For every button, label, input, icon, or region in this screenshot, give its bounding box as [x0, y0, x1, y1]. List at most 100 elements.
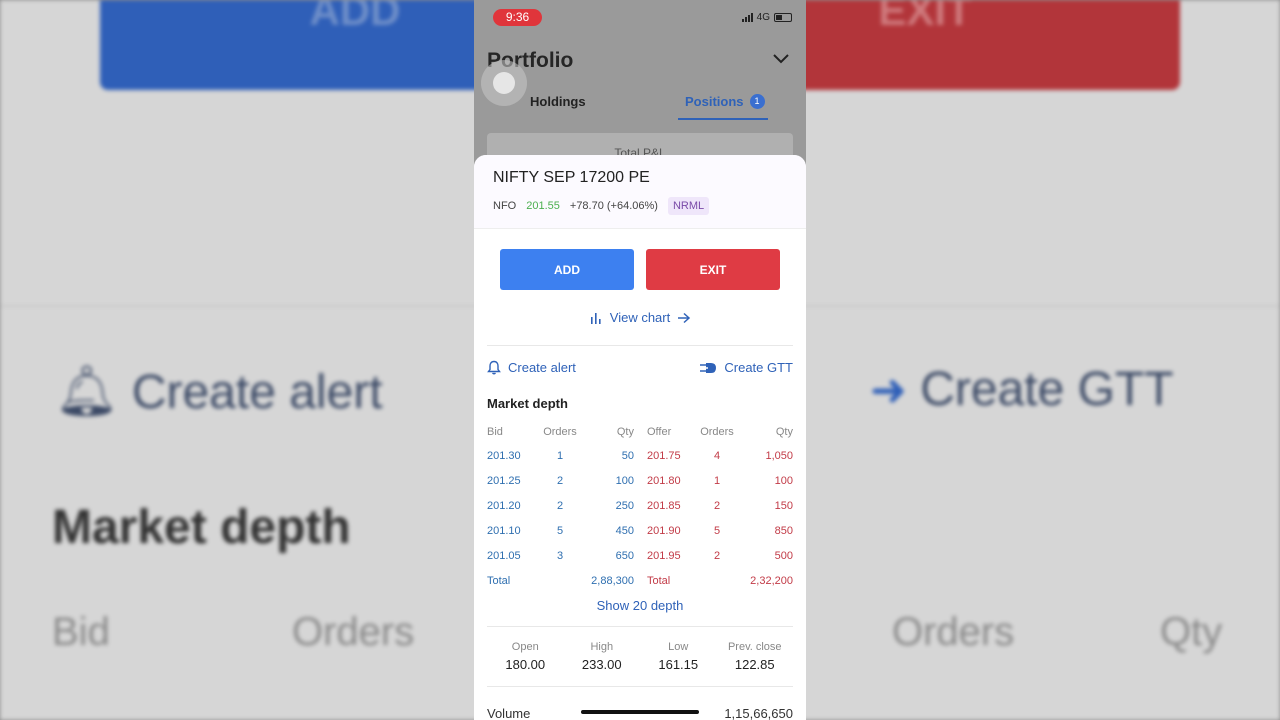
- offer-price: 201.75: [647, 449, 681, 462]
- prev-close-value: 122.85: [734, 657, 775, 672]
- market-depth-title: Market depth: [487, 396, 568, 411]
- instrument-header: NIFTY SEP 17200 PE NFO 201.55 +78.70 (+6…: [474, 155, 806, 229]
- offer-qty: 1,050: [765, 449, 793, 462]
- position-bottom-sheet: NIFTY SEP 17200 PE NFO 201.55 +78.70 (+6…: [474, 155, 806, 720]
- show-20-depth-link[interactable]: Show 20 depth: [474, 598, 806, 613]
- home-indicator[interactable]: [581, 710, 699, 714]
- open-label: Open: [511, 641, 539, 653]
- offer-price: 201.95: [647, 549, 681, 562]
- bg-bid-header: Bid: [52, 610, 110, 654]
- bid-price: 201.25: [487, 474, 521, 487]
- touch-indicator: [481, 60, 527, 106]
- depth-row[interactable]: 201.30 1 50 201.75 4 1,050: [487, 443, 793, 468]
- prev-close-stat: Prev. close 122.85: [717, 641, 794, 672]
- depth-row[interactable]: 201.05 3 650 201.95 2 500: [487, 543, 793, 568]
- chevron-down-icon[interactable]: [772, 53, 790, 65]
- gtt-icon: [700, 362, 717, 373]
- bid-price: 201.20: [487, 499, 521, 512]
- depth-header-row: Bid Orders Qty Offer Orders Qty: [487, 423, 793, 441]
- volume-label: Volume: [487, 706, 531, 720]
- offer-qty: 850: [774, 524, 793, 537]
- volume-value: 1,15,66,650: [724, 706, 793, 720]
- add-button[interactable]: ADD: [500, 249, 634, 290]
- bid-price: 201.30: [487, 449, 521, 462]
- depth-row[interactable]: 201.10 5 450 201.90 5 850: [487, 518, 793, 543]
- bid-orders-header: Orders: [543, 426, 577, 438]
- depth-row[interactable]: 201.20 2 250 201.85 2 150: [487, 493, 793, 518]
- status-indicators: 4G: [741, 12, 792, 23]
- exchange-label: NFO: [493, 200, 517, 212]
- instrument-meta: NFO 201.55 +78.70 (+64.06%) NRML: [493, 197, 787, 215]
- low-label: Low: [668, 641, 689, 653]
- depth-row[interactable]: 201.25 2 100 201.80 1 100: [487, 468, 793, 493]
- status-time: 9:36: [493, 9, 542, 26]
- prev-close-label: Prev. close: [727, 641, 782, 653]
- product-badge: NRML: [667, 197, 710, 215]
- instrument-name: NIFTY SEP 17200 PE: [493, 169, 650, 186]
- offer-total-label: Total: [647, 574, 671, 587]
- divider: [487, 686, 793, 687]
- high-label: High: [590, 641, 614, 653]
- create-alert-label: Create alert: [508, 360, 576, 375]
- exit-button[interactable]: EXIT: [646, 249, 780, 290]
- alert-actions: Create alert Create GTT: [487, 360, 793, 375]
- depth-total-row: Total 2,88,300 Total 2,32,200: [487, 568, 793, 593]
- view-chart-label: View chart: [609, 310, 671, 325]
- tab-positions[interactable]: Positions 1: [685, 94, 765, 109]
- offer-orders-header: Orders: [700, 426, 734, 438]
- bid-qty: 650: [615, 549, 634, 562]
- high-stat: High 233.00: [564, 641, 641, 672]
- offer-orders: 2: [713, 549, 721, 562]
- bell-icon: [487, 360, 501, 375]
- phone-screen: 9:36 4G Portfolio Holdings Positions 1 T…: [474, 0, 806, 720]
- bid-total-qty: 2,88,300: [591, 574, 634, 587]
- positions-count-badge: 1: [749, 94, 765, 109]
- offer-header: Offer: [647, 426, 672, 438]
- bg-orders-header-2: Orders: [892, 610, 1015, 654]
- divider: [487, 626, 793, 627]
- bid-qty: 100: [615, 474, 634, 487]
- offer-orders: 1: [713, 474, 721, 487]
- market-depth-table: Bid Orders Qty Offer Orders Qty 201.30 1…: [487, 423, 793, 593]
- offer-orders: 4: [713, 449, 721, 462]
- open-stat: Open 180.00: [487, 641, 564, 672]
- bid-header: Bid: [487, 426, 503, 438]
- status-bar: 9:36 4G: [474, 0, 806, 36]
- offer-qty-header: Qty: [775, 426, 793, 438]
- bg-create-gtt: ➜ Create GTT: [870, 363, 1174, 416]
- open-value: 180.00: [505, 657, 546, 672]
- offer-qty: 150: [774, 499, 793, 512]
- view-chart-link[interactable]: View chart: [474, 310, 806, 325]
- active-tab-indicator: [678, 118, 768, 120]
- price-change: +78.70 (+64.06%): [569, 200, 658, 212]
- bid-price: 201.05: [487, 549, 521, 562]
- bid-orders: 1: [556, 449, 564, 462]
- high-value: 233.00: [581, 657, 622, 672]
- create-gtt-link[interactable]: Create GTT: [700, 360, 793, 375]
- offer-qty: 500: [774, 549, 793, 562]
- offer-price: 201.80: [647, 474, 681, 487]
- bid-qty: 250: [615, 499, 634, 512]
- bid-qty: 50: [621, 449, 634, 462]
- signal-icon: [741, 13, 753, 22]
- bid-orders: 3: [556, 549, 564, 562]
- bid-orders: 2: [556, 474, 564, 487]
- last-price: 201.55: [526, 200, 560, 212]
- bg-market-depth: Market depth: [52, 501, 351, 554]
- tab-positions-label: Positions: [685, 94, 744, 109]
- offer-orders: 2: [713, 499, 721, 512]
- low-value: 161.15: [658, 657, 699, 672]
- bg-qty-header: Qty: [1160, 610, 1223, 654]
- network-label: 4G: [756, 12, 770, 23]
- divider: [487, 345, 793, 346]
- ohlc-summary: Open 180.00 High 233.00 Low 161.15 Prev.…: [487, 641, 793, 672]
- tab-holdings[interactable]: Holdings: [530, 94, 586, 109]
- bid-qty-header: Qty: [616, 426, 634, 438]
- bid-orders: 5: [556, 524, 564, 537]
- bid-orders: 2: [556, 499, 564, 512]
- bar-chart-icon: [590, 312, 601, 324]
- bid-price: 201.10: [487, 524, 521, 537]
- bid-total-label: Total: [487, 574, 511, 587]
- offer-qty: 100: [774, 474, 793, 487]
- create-alert-link[interactable]: Create alert: [487, 360, 576, 375]
